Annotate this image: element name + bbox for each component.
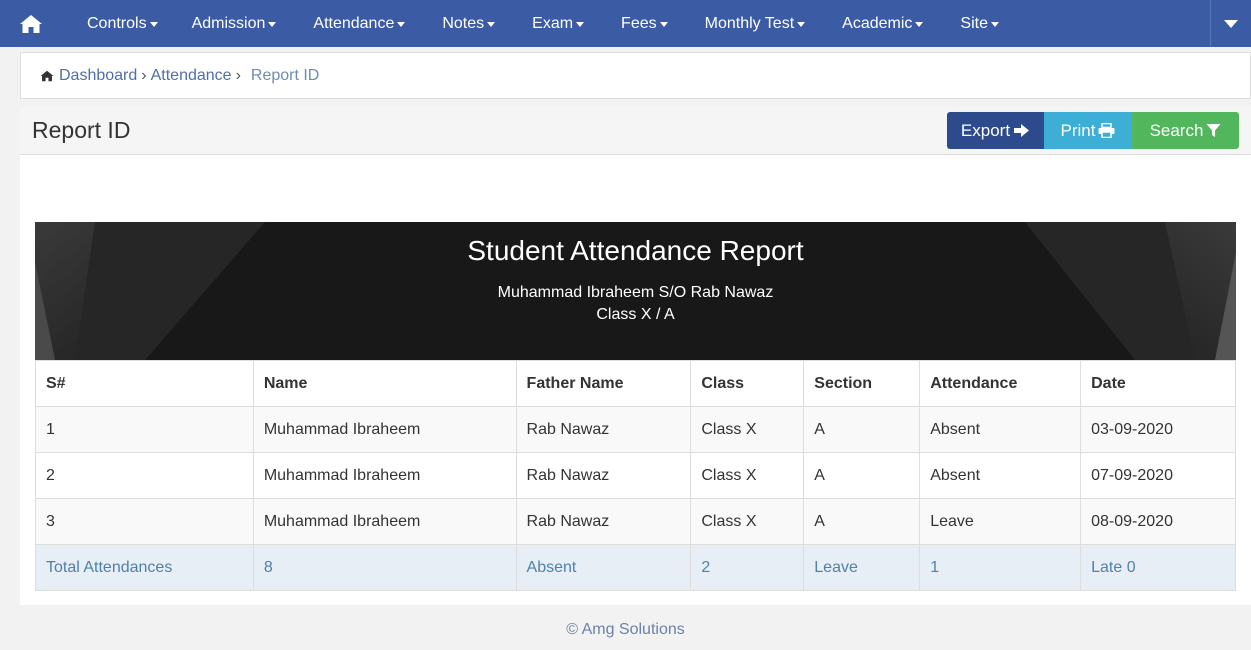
nav-item-fees[interactable]: Fees bbox=[621, 0, 668, 47]
column-header-date: Date bbox=[1080, 360, 1236, 407]
caret-down-icon bbox=[487, 22, 496, 27]
breadcrumb-separator: › bbox=[141, 66, 147, 84]
table-cell: Rab Nawaz bbox=[515, 498, 692, 545]
total-attendances-value: 8 bbox=[252, 544, 517, 591]
nav-item-notes[interactable]: Notes bbox=[442, 0, 496, 47]
print-button[interactable]: Print bbox=[1044, 112, 1132, 149]
totals-label: Total Attendances bbox=[35, 544, 254, 591]
table-cell: 3 bbox=[35, 498, 254, 545]
table-cell: Class X bbox=[690, 406, 805, 453]
nav-item-controls[interactable]: Controls bbox=[87, 0, 158, 47]
table-cell: Class X bbox=[690, 498, 805, 545]
chevron-down-icon bbox=[1224, 19, 1238, 28]
table-cell: A bbox=[803, 498, 921, 545]
nav-item-admission[interactable]: Admission bbox=[192, 0, 277, 47]
table-cell: 1 bbox=[35, 406, 254, 453]
breadcrumb: Dashboard › Attendance › Report ID bbox=[20, 52, 1251, 99]
search-filter-button[interactable]: Search bbox=[1132, 112, 1239, 149]
table-cell: A bbox=[803, 452, 921, 499]
report-banner: Student Attendance Report Muhammad Ibrah… bbox=[35, 222, 1236, 360]
breadcrumb-attendance-link[interactable]: Attendance bbox=[151, 67, 232, 85]
table-cell: Muhammad Ibraheem bbox=[252, 406, 517, 453]
report-class-section: Class X / A bbox=[596, 306, 675, 323]
caret-down-icon bbox=[397, 22, 406, 27]
table-row: 2 Muhammad Ibraheem Rab Nawaz Class X A … bbox=[35, 452, 1236, 499]
table-row: 1 Muhammad Ibraheem Rab Nawaz Class X A … bbox=[35, 406, 1236, 453]
caret-down-icon bbox=[990, 22, 999, 27]
nav-item-attendance[interactable]: Attendance bbox=[313, 0, 406, 47]
caret-down-icon bbox=[268, 22, 277, 27]
table-cell: Rab Nawaz bbox=[515, 406, 692, 453]
caret-down-icon bbox=[149, 22, 158, 27]
absent-count: 2 bbox=[690, 544, 805, 591]
table-cell: 03-09-2020 bbox=[1080, 406, 1236, 453]
table-cell: A bbox=[803, 406, 921, 453]
column-header-section: Section bbox=[803, 360, 921, 407]
nav-item-exam[interactable]: Exam bbox=[532, 0, 585, 47]
table-cell: Rab Nawaz bbox=[515, 452, 692, 499]
report-student-name: Muhammad Ibraheem S/O Rab Nawaz bbox=[497, 284, 774, 301]
nav-menu: Controls Admission Attendance Notes Exam… bbox=[62, 0, 999, 47]
table-cell: 08-09-2020 bbox=[1080, 498, 1236, 545]
panel-header: Report ID Export Print Search bbox=[20, 106, 1251, 155]
printer-icon bbox=[1098, 123, 1115, 138]
page-footer: © Amg Solutions bbox=[0, 605, 1251, 650]
caret-down-icon bbox=[915, 22, 924, 27]
leave-count: 1 bbox=[919, 544, 1082, 591]
table-cell: 2 bbox=[35, 452, 254, 499]
home-icon bbox=[40, 70, 54, 81]
table-cell: Class X bbox=[690, 452, 805, 499]
page-title: Report ID bbox=[32, 117, 131, 143]
caret-down-icon bbox=[797, 22, 806, 27]
user-dropdown-toggle[interactable] bbox=[1210, 0, 1251, 47]
arrow-right-icon bbox=[1014, 124, 1030, 137]
breadcrumb-separator: › bbox=[235, 66, 241, 84]
column-header-serial: S# bbox=[35, 360, 254, 407]
breadcrumb-current: Report ID bbox=[250, 66, 320, 84]
caret-down-icon bbox=[659, 22, 668, 27]
report-title: Student Attendance Report bbox=[467, 235, 804, 266]
table-cell: Muhammad Ibraheem bbox=[252, 452, 517, 499]
home-icon bbox=[20, 14, 42, 33]
absent-label: Absent bbox=[515, 544, 692, 591]
copyright-text: © Amg Solutions bbox=[566, 621, 685, 638]
filter-icon bbox=[1206, 124, 1221, 137]
table-cell: Absent bbox=[919, 452, 1082, 499]
table-row: 3 Muhammad Ibraheem Rab Nawaz Class X A … bbox=[35, 498, 1236, 545]
caret-down-icon bbox=[576, 22, 585, 27]
breadcrumb-dashboard-link[interactable]: Dashboard bbox=[59, 67, 137, 85]
late-count: Late 0 bbox=[1080, 544, 1236, 591]
column-header-father-name: Father Name bbox=[515, 360, 692, 407]
nav-item-monthly-test[interactable]: Monthly Test bbox=[705, 0, 806, 47]
home-button[interactable] bbox=[0, 0, 62, 47]
leave-label: Leave bbox=[803, 544, 921, 591]
column-header-class: Class bbox=[690, 360, 805, 407]
report-panel: Report ID Export Print Search Student At… bbox=[20, 106, 1251, 605]
attendance-table: S# Name Father Name Class Section Attend… bbox=[35, 360, 1236, 591]
column-header-attendance: Attendance bbox=[919, 360, 1082, 407]
table-cell: Leave bbox=[919, 498, 1082, 545]
table-cell: Absent bbox=[919, 406, 1082, 453]
nav-item-site[interactable]: Site bbox=[960, 0, 999, 47]
column-header-name: Name bbox=[252, 360, 517, 407]
export-button[interactable]: Export bbox=[947, 112, 1044, 149]
table-cell: Muhammad Ibraheem bbox=[252, 498, 517, 545]
table-header-row: S# Name Father Name Class Section Attend… bbox=[35, 360, 1236, 407]
table-cell: 07-09-2020 bbox=[1080, 452, 1236, 499]
totals-row: Total Attendances 8 Absent 2 Leave 1 Lat… bbox=[35, 544, 1236, 591]
top-navbar: Controls Admission Attendance Notes Exam… bbox=[0, 0, 1251, 47]
nav-item-academic[interactable]: Academic bbox=[842, 0, 924, 47]
action-button-group: Export Print Search bbox=[947, 112, 1239, 149]
